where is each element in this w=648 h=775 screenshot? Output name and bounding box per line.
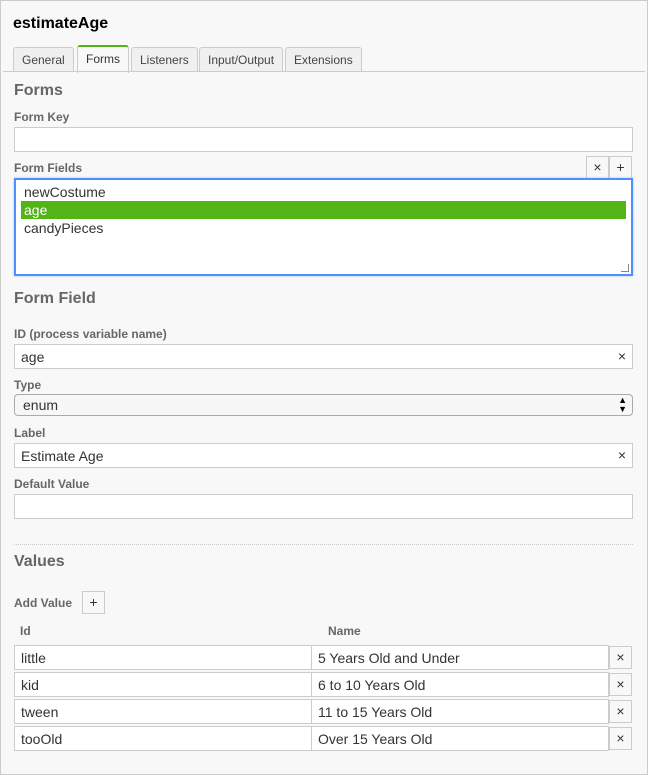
list-item[interactable]: candyPieces	[21, 219, 626, 237]
remove-value-button[interactable]: ×	[609, 673, 632, 696]
tab-extensions[interactable]: Extensions	[285, 47, 362, 72]
form-field-heading: Form Field	[14, 290, 96, 307]
form-fields-label: Form Fields	[14, 161, 83, 175]
default-value-input[interactable]	[14, 494, 633, 519]
plus-icon: +	[616, 159, 625, 175]
add-value-label: Add Value	[14, 596, 73, 610]
list-item[interactable]: newCostume	[21, 183, 626, 201]
remove-value-button[interactable]: ×	[609, 727, 632, 750]
id-input[interactable]: age ×	[14, 344, 633, 369]
value-id-input[interactable]: kid	[14, 672, 312, 697]
label-label: Label	[14, 426, 46, 440]
form-key-input[interactable]	[14, 127, 633, 152]
clear-icon[interactable]: ×	[618, 447, 626, 463]
divider	[14, 544, 633, 545]
add-value-button[interactable]: +	[82, 591, 105, 614]
remove-value-button[interactable]: ×	[609, 646, 632, 669]
column-header-id: Id	[20, 624, 31, 638]
close-icon: ×	[616, 703, 625, 719]
tab-general[interactable]: General	[13, 47, 74, 72]
close-icon: ×	[593, 159, 602, 175]
close-icon: ×	[616, 649, 625, 665]
id-label: ID (process variable name)	[14, 327, 167, 341]
value-name-input[interactable]: 5 Years Old and Under	[311, 645, 609, 670]
value-name-input[interactable]: 6 to 10 Years Old	[311, 672, 609, 697]
values-heading: Values	[14, 553, 65, 570]
column-header-name: Name	[328, 624, 361, 638]
value-name-input[interactable]: Over 15 Years Old	[311, 726, 609, 751]
id-value: age	[21, 349, 45, 365]
type-label: Type	[14, 378, 42, 392]
resize-grip-icon[interactable]	[621, 264, 629, 272]
close-icon: ×	[616, 730, 625, 746]
default-value-label: Default Value	[14, 477, 90, 491]
value-id-input[interactable]: tooOld	[14, 726, 312, 751]
form-key-label: Form Key	[14, 110, 70, 124]
tab-content: Forms Form Key Form Fields × + newCostum…	[3, 71, 645, 774]
tab-bar: General Forms Listeners Input/Output Ext…	[1, 45, 647, 73]
label-input[interactable]: Estimate Age ×	[14, 443, 633, 468]
type-value: enum	[23, 397, 59, 413]
remove-value-button[interactable]: ×	[609, 700, 632, 723]
value-id-input[interactable]: little	[14, 645, 312, 670]
value-id-input[interactable]: tween	[14, 699, 312, 724]
select-arrows-icon: ▲ ▼	[618, 395, 627, 414]
close-icon: ×	[616, 676, 625, 692]
add-field-button[interactable]: +	[609, 156, 632, 179]
properties-panel: estimateAge General Forms Listeners Inpu…	[0, 0, 648, 775]
form-fields-list[interactable]: newCostume age candyPieces	[14, 178, 633, 276]
plus-icon: +	[89, 594, 98, 610]
tab-input-output[interactable]: Input/Output	[199, 47, 284, 72]
list-item-selected[interactable]: age	[21, 201, 626, 219]
value-name-input[interactable]: 11 to 15 Years Old	[311, 699, 609, 724]
forms-heading: Forms	[14, 82, 63, 99]
type-select[interactable]: enum ▲ ▼	[14, 394, 633, 416]
clear-icon[interactable]: ×	[618, 348, 626, 364]
tab-listeners[interactable]: Listeners	[131, 47, 198, 72]
remove-field-button[interactable]: ×	[586, 156, 609, 179]
label-value: Estimate Age	[21, 448, 104, 464]
element-title: estimateAge	[13, 15, 109, 32]
tab-forms[interactable]: Forms	[77, 45, 129, 73]
